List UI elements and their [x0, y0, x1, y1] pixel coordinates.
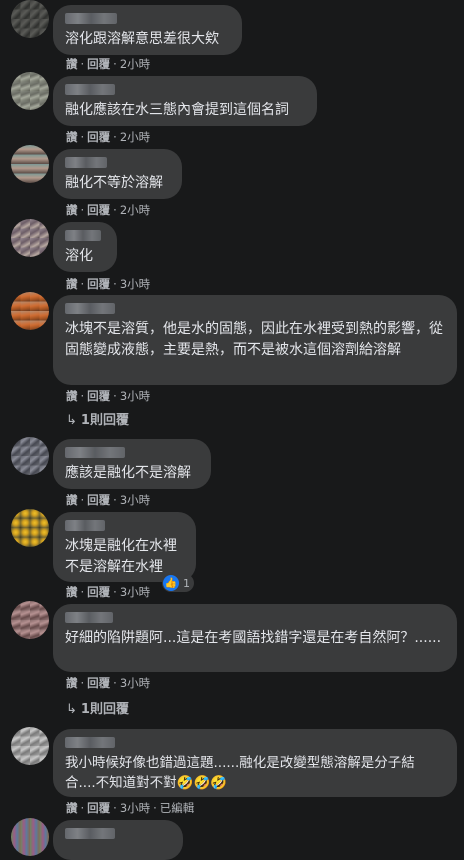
comment-actions: 讚 · 回覆 · 2小時: [66, 130, 151, 144]
comment-actions: 讚 · 回覆 · 3小時: [66, 585, 151, 599]
comment-bubble: 溶化: [53, 222, 117, 272]
reply-link[interactable]: 回覆: [87, 493, 110, 507]
author-name[interactable]: [65, 13, 117, 24]
like-link[interactable]: 讚: [66, 130, 78, 144]
like-link[interactable]: 讚: [66, 389, 78, 403]
comment-actions: 讚 · 回覆 · 3小時: [66, 389, 151, 403]
comment-text: 冰塊不是溶質，他是水的固態，因此在水裡受到熱的影響，從固態變成液態，主要是熱，而…: [65, 321, 443, 358]
comment-bubble: 冰塊是融化在水裡 不是溶解在水裡: [53, 512, 196, 582]
author-name[interactable]: [65, 612, 113, 623]
thumbs-up-icon: 👍: [163, 575, 179, 591]
timestamp[interactable]: 2小時: [120, 203, 150, 217]
author-name[interactable]: [65, 84, 115, 95]
avatar[interactable]: [11, 437, 49, 475]
reply-link[interactable]: 回覆: [87, 277, 110, 291]
author-name[interactable]: [65, 303, 115, 314]
comment-text: 冰塊是融化在水裡 不是溶解在水裡: [65, 538, 177, 575]
view-replies-link[interactable]: ↳ 1則回覆: [66, 698, 129, 717]
timestamp[interactable]: 2小時: [120, 130, 150, 144]
reaction-count: 1: [183, 576, 190, 590]
comment-bubble: 融化應該在水三態內會提到這個名詞: [53, 76, 317, 126]
author-name[interactable]: [65, 157, 107, 168]
avatar[interactable]: [11, 0, 49, 38]
avatar[interactable]: [11, 292, 49, 330]
reply-link[interactable]: 回覆: [87, 130, 110, 144]
replies-count: 1則回覆: [80, 413, 129, 428]
timestamp[interactable]: 3小時: [120, 585, 150, 599]
like-link[interactable]: 讚: [66, 203, 78, 217]
comment-bubble: 冰塊不是溶質，他是水的固態，因此在水裡受到熱的影響，從固態變成液態，主要是熱，而…: [53, 295, 457, 385]
timestamp[interactable]: 3小時: [120, 493, 150, 507]
like-link[interactable]: 讚: [66, 585, 78, 599]
like-link[interactable]: 讚: [66, 57, 78, 71]
avatar[interactable]: [11, 509, 49, 547]
avatar[interactable]: [11, 818, 49, 856]
comment-bubble: 應該是融化不是溶解: [53, 439, 211, 489]
avatar[interactable]: [11, 601, 49, 639]
avatar[interactable]: [11, 72, 49, 110]
reply-arrow-icon: ↳: [66, 702, 77, 717]
like-link[interactable]: 讚: [66, 277, 78, 291]
comment-text: 好細的陷阱題阿...這是在考國語找錯字還是在考自然阿？......: [65, 630, 442, 646]
comment-actions: 讚 · 回覆 · 2小時: [66, 203, 151, 217]
comment-bubble: 融化不等於溶解: [53, 149, 182, 199]
reply-link[interactable]: 回覆: [87, 585, 110, 599]
reply-link[interactable]: 回覆: [87, 57, 110, 71]
comment-bubble: [53, 820, 183, 860]
author-name[interactable]: [65, 230, 101, 241]
reply-link[interactable]: 回覆: [87, 203, 110, 217]
comment-text: 溶化跟溶解意思差很大欸: [65, 31, 219, 47]
comment-text: 溶化: [65, 248, 93, 264]
timestamp[interactable]: 2小時: [120, 57, 150, 71]
comment-text: 融化應該在水三態內會提到這個名詞: [65, 102, 289, 118]
reply-link[interactable]: 回覆: [87, 801, 110, 815]
avatar[interactable]: [11, 219, 49, 257]
comment-text: 應該是融化不是溶解: [65, 465, 191, 481]
like-link[interactable]: 讚: [66, 801, 78, 815]
comment-bubble: 我小時候好像也錯過這題......融化是改變型態溶解是分子結合....不知道對不…: [53, 729, 457, 797]
avatar[interactable]: [11, 145, 49, 183]
reply-link[interactable]: 回覆: [87, 389, 110, 403]
edited-label: 已編輯: [159, 801, 195, 815]
comment-actions: 讚 · 回覆 · 3小時 · 已編輯: [66, 801, 195, 815]
avatar[interactable]: [11, 727, 49, 765]
author-name[interactable]: [65, 828, 115, 839]
replies-count: 1則回覆: [80, 702, 129, 717]
comment-text: 我小時候好像也錯過這題......融化是改變型態溶解是分子結合....不知道對不…: [65, 755, 415, 791]
comment-actions: 讚 · 回覆 · 3小時: [66, 277, 151, 291]
like-link[interactable]: 讚: [66, 493, 78, 507]
like-link[interactable]: 讚: [66, 676, 78, 690]
reaction-badge[interactable]: 👍 1: [162, 574, 194, 592]
timestamp[interactable]: 3小時: [120, 801, 150, 815]
comment-actions: 讚 · 回覆 · 3小時: [66, 676, 151, 690]
author-name[interactable]: [65, 447, 125, 458]
comment-actions: 讚 · 回覆 · 2小時: [66, 57, 151, 71]
comment-bubble: 溶化跟溶解意思差很大欸: [53, 5, 242, 55]
reply-link[interactable]: 回覆: [87, 676, 110, 690]
comment-bubble: 好細的陷阱題阿...這是在考國語找錯字還是在考自然阿？......: [53, 604, 457, 672]
comment-text: 融化不等於溶解: [65, 175, 163, 191]
author-name[interactable]: [65, 737, 115, 748]
timestamp[interactable]: 3小時: [120, 277, 150, 291]
comment-actions: 讚 · 回覆 · 3小時: [66, 493, 151, 507]
timestamp[interactable]: 3小時: [120, 389, 150, 403]
reply-arrow-icon: ↳: [66, 413, 77, 428]
timestamp[interactable]: 3小時: [120, 676, 150, 690]
author-name[interactable]: [65, 520, 105, 531]
view-replies-link[interactable]: ↳ 1則回覆: [66, 409, 129, 428]
